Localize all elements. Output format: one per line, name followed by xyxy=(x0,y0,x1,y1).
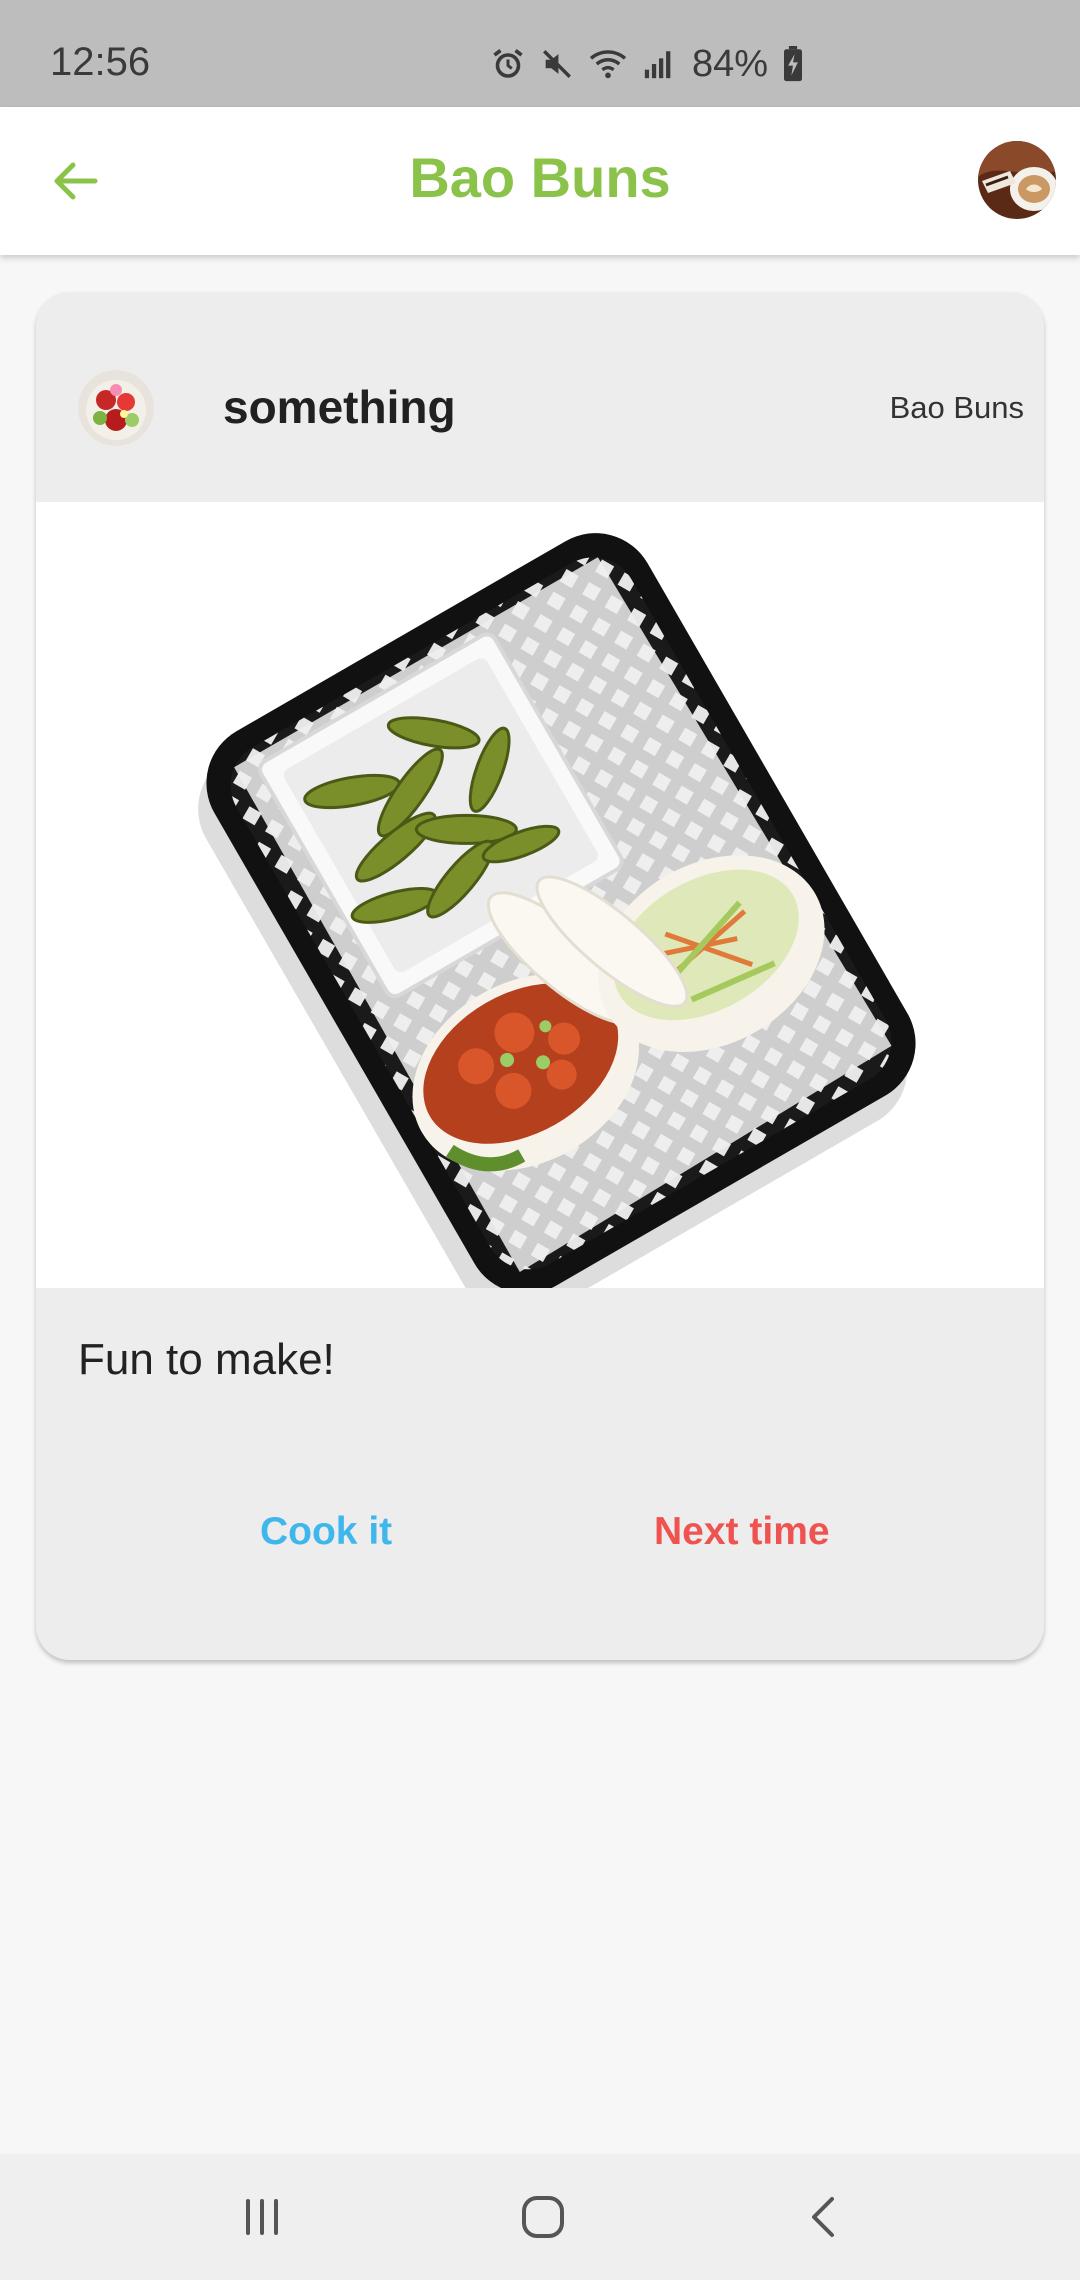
post-card: something Bao Buns Fun to make! Cook it … xyxy=(36,292,1044,1660)
coffee-avatar-image xyxy=(978,141,1056,219)
post-comment: Fun to make! xyxy=(78,1335,335,1384)
poster-name: something xyxy=(223,381,456,433)
poster-avatar[interactable] xyxy=(78,370,154,446)
battery-percent: 84% xyxy=(692,42,769,85)
food-photo xyxy=(36,502,1044,1320)
back-nav-button[interactable] xyxy=(784,2187,864,2247)
mute-icon xyxy=(543,50,571,78)
wifi-icon xyxy=(589,50,627,79)
status-time: 12:56 xyxy=(50,40,151,84)
home-button[interactable] xyxy=(503,2187,583,2247)
status-bar: 12:56 84% xyxy=(0,0,1080,107)
recent-apps-icon xyxy=(246,2199,278,2235)
bao-buns-tray-image xyxy=(198,533,916,1320)
cook-it-button[interactable]: Cook it xyxy=(260,1510,392,1554)
recent-apps-button[interactable] xyxy=(222,2187,302,2247)
user-avatar[interactable] xyxy=(978,141,1056,219)
status-icons: 84% xyxy=(490,42,804,85)
app-bar: Bao Buns xyxy=(0,107,1080,255)
recipe-tag[interactable]: Bao Buns xyxy=(890,390,1024,426)
alarm-icon xyxy=(493,49,523,78)
post-header: something Bao Buns xyxy=(36,292,1044,502)
next-time-button[interactable]: Next time xyxy=(654,1510,830,1554)
page-title: Bao Buns xyxy=(409,146,671,209)
signal-icon xyxy=(644,51,671,79)
system-nav-bar xyxy=(0,2154,1080,2280)
battery-charging-icon xyxy=(784,46,803,82)
salad-bowl-avatar-image xyxy=(78,370,154,446)
home-icon xyxy=(522,2196,564,2238)
back-nav-icon xyxy=(812,2197,834,2237)
